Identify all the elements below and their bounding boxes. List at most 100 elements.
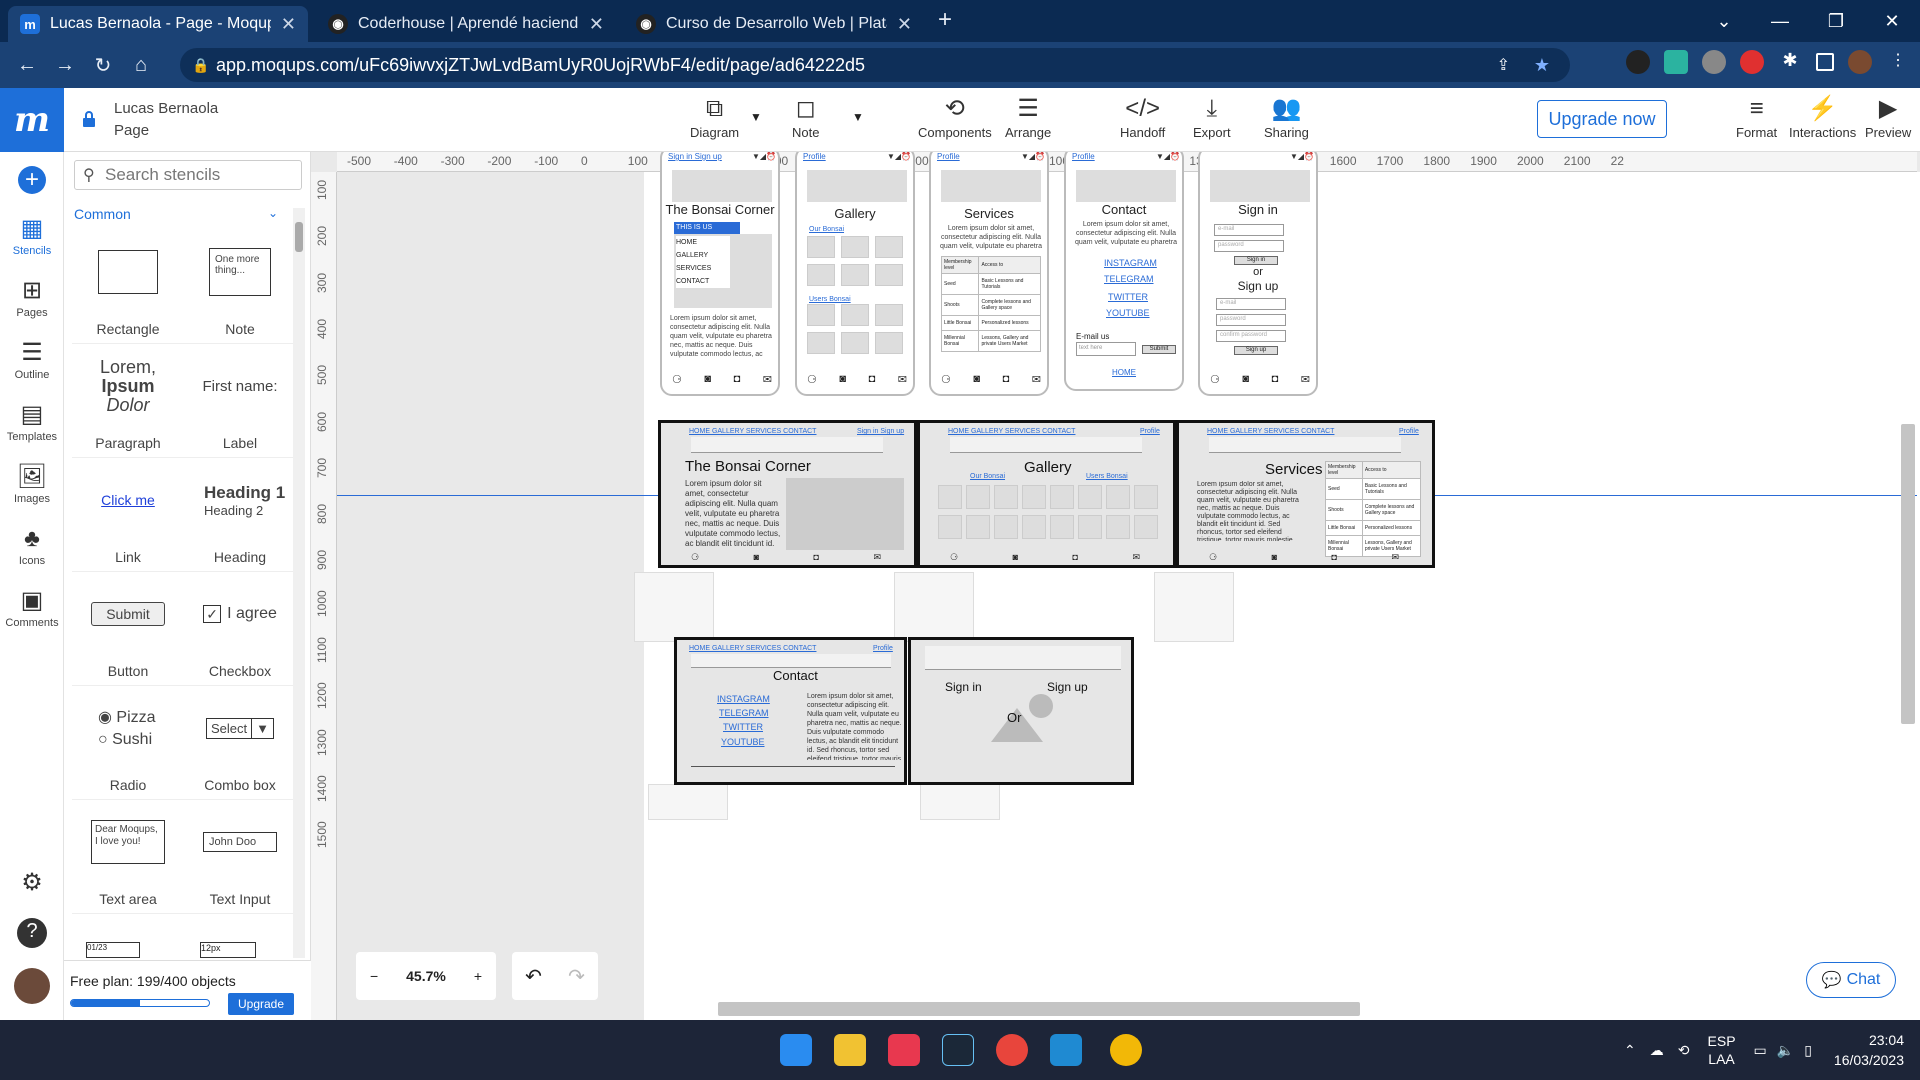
note-button[interactable]: ◻ Note: [792, 96, 819, 141]
signin-links[interactable]: Sign in Sign up: [857, 428, 904, 435]
stencil-rectangle[interactable]: Rectangle: [72, 232, 184, 344]
chevron-down-icon[interactable]: ⌄: [268, 206, 278, 220]
stencil-radio[interactable]: ◉ Pizza ○ Sushi Radio: [72, 688, 184, 800]
redo-icon[interactable]: ↷: [568, 964, 585, 989]
preview-button[interactable]: ▶ Preview: [1865, 96, 1911, 141]
gallery-thumbnail[interactable]: [875, 332, 903, 354]
puzzle-icon[interactable]: ✱: [1778, 50, 1802, 74]
zoom-out-button[interactable]: −: [370, 968, 378, 984]
sync-icon[interactable]: ⟲: [1678, 1042, 1690, 1059]
rail-comments[interactable]: ▣ Comments: [0, 588, 64, 630]
export-button[interactable]: ⤓ Export: [1193, 96, 1231, 141]
upgrade-now-button[interactable]: Upgrade now: [1537, 100, 1667, 138]
signup-button[interactable]: Sign up: [1234, 346, 1278, 355]
home-link[interactable]: HOME: [1112, 368, 1136, 377]
telegram-link[interactable]: TELEGRAM: [1104, 274, 1154, 284]
gallery-thumbnail[interactable]: [875, 304, 903, 326]
category-select[interactable]: Common: [74, 206, 131, 222]
project-title[interactable]: Lucas Bernaola Page: [114, 98, 218, 142]
menu-item[interactable]: CONTACT: [676, 275, 730, 288]
search-stencils-input[interactable]: ⚲ Search stencils: [74, 160, 302, 190]
tab-coderhouse[interactable]: ◉ Coderhouse | Aprendé haciendo ✕: [316, 6, 616, 42]
back-icon[interactable]: ←: [8, 54, 46, 77]
close-tab-icon[interactable]: ✕: [589, 14, 604, 35]
chevron-up-icon[interactable]: ⌃: [1624, 1042, 1636, 1059]
rail-outline[interactable]: ☰ Outline: [0, 340, 64, 382]
gallery-thumbnail[interactable]: [841, 236, 869, 258]
add-icon[interactable]: +: [18, 166, 46, 194]
mobile-signin-mockup[interactable]: ▼◢⏰ Sign in e-mail password Sign in or S…: [1198, 152, 1318, 396]
our-bonsai-link[interactable]: Our Bonsai: [970, 473, 1005, 480]
users-bonsai-link[interactable]: Users Bonsai: [809, 296, 851, 303]
close-tab-icon[interactable]: ✕: [897, 14, 912, 35]
confirm-password-field[interactable]: confirm password: [1216, 330, 1286, 342]
gallery-thumbnail[interactable]: [1106, 485, 1130, 509]
submit-button[interactable]: Submit: [1142, 345, 1176, 354]
battery-icon[interactable]: ▯: [1804, 1042, 1812, 1059]
diagram-button[interactable]: ⧉ Diagram: [690, 96, 739, 141]
stencil-link[interactable]: Click me Link: [72, 460, 184, 572]
gallery-thumbnail[interactable]: [875, 236, 903, 258]
desktop-services-mockup[interactable]: HOME GALLERY SERVICES CONTACT Profile Se…: [1176, 420, 1435, 568]
help-button[interactable]: ?: [0, 918, 64, 948]
file-explorer-icon[interactable]: [834, 1034, 866, 1066]
gallery-thumbnail[interactable]: [807, 332, 835, 354]
stencil-label[interactable]: First name: Label: [184, 346, 296, 458]
forward-icon[interactable]: →: [46, 54, 84, 77]
user-avatar[interactable]: [14, 968, 50, 1004]
stencil-heading[interactable]: Heading 1 Heading 2 Heading: [184, 460, 296, 572]
gallery-thumbnail[interactable]: [994, 485, 1018, 509]
gallery-thumbnail[interactable]: [1134, 515, 1158, 539]
rail-images[interactable]: 🖼 Images: [0, 464, 64, 506]
upgrade-button[interactable]: Upgrade: [228, 993, 294, 1015]
windows-start-icon[interactable]: [780, 1034, 812, 1066]
volume-icon[interactable]: 🔈: [1777, 1042, 1794, 1059]
undo-icon[interactable]: ↶: [525, 964, 542, 989]
profile-link[interactable]: Profile: [873, 645, 893, 652]
gallery-thumbnail[interactable]: [966, 485, 990, 509]
close-tab-icon[interactable]: ✕: [281, 14, 296, 35]
telegram-link[interactable]: TELEGRAM: [719, 708, 769, 718]
sharing-button[interactable]: 👥 Sharing: [1264, 96, 1309, 141]
signin-links[interactable]: Sign in Sign up: [668, 152, 722, 161]
gallery-thumbnail[interactable]: [841, 332, 869, 354]
stencil-combobox[interactable]: Select ▼ Combo box: [184, 688, 296, 800]
chrome-icon[interactable]: [996, 1034, 1028, 1066]
profile-link[interactable]: Profile: [1399, 428, 1419, 435]
zoom-in-button[interactable]: +: [474, 968, 482, 984]
rail-pages[interactable]: ⊞ Pages: [0, 278, 64, 320]
handoff-button[interactable]: </> Handoff: [1120, 96, 1165, 141]
instagram-link[interactable]: INSTAGRAM: [717, 694, 770, 704]
gallery-thumbnail[interactable]: [1050, 485, 1074, 509]
site-info-icon[interactable]: 🔒: [192, 57, 209, 74]
twitter-link[interactable]: TWITTER: [1108, 292, 1148, 302]
minimize-icon[interactable]: —: [1752, 11, 1808, 32]
desktop-signin-mockup[interactable]: Sign in Sign up Or: [908, 637, 1134, 785]
url-field[interactable]: 🔒 app.moqups.com/uFc69iwvxjZTJwLvdBamUyR…: [180, 48, 1570, 82]
gallery-thumbnail[interactable]: [841, 264, 869, 286]
users-bonsai-link[interactable]: Users Bonsai: [1086, 473, 1128, 480]
new-tab-icon[interactable]: +: [938, 6, 952, 34]
gallery-thumbnail[interactable]: [1106, 515, 1130, 539]
gallery-thumbnail[interactable]: [966, 515, 990, 539]
mobile-gallery-mockup[interactable]: Profile ▼◢⏰ Gallery Our Bonsai Users Bons…: [795, 152, 915, 396]
gallery-thumbnail[interactable]: [938, 485, 962, 509]
twitter-link[interactable]: TWITTER: [723, 722, 763, 732]
signin-button[interactable]: Sign in: [1234, 256, 1278, 265]
youtube-link[interactable]: YOUTUBE: [721, 737, 765, 747]
gallery-thumbnail[interactable]: [875, 264, 903, 286]
rail-templates[interactable]: ▤ Templates: [0, 402, 64, 444]
desktop-contact-mockup[interactable]: HOME GALLERY SERVICES CONTACT Profile Co…: [674, 637, 907, 785]
canvas[interactable]: -500 -400 -300 -200 -100 0 100 200 300 400 500 600 7…: [311, 152, 1920, 1020]
maximize-icon[interactable]: ❐: [1808, 11, 1864, 32]
extension-icon[interactable]: [1702, 50, 1726, 74]
desktop-nav[interactable]: HOME GALLERY SERVICES CONTACT: [689, 428, 816, 435]
language-indicator[interactable]: ESP LAA: [1708, 1032, 1736, 1068]
stencil-text-input[interactable]: John Doo Text Input: [184, 802, 296, 914]
desktop-nav[interactable]: HOME GALLERY SERVICES CONTACT: [948, 428, 1075, 435]
tab-moqups[interactable]: m Lucas Bernaola - Page - Moqups ✕: [8, 6, 308, 42]
email-text-field[interactable]: text here: [1076, 342, 1136, 356]
desktop-nav[interactable]: HOME GALLERY SERVICES CONTACT: [689, 645, 816, 652]
gallery-thumbnail[interactable]: [1078, 485, 1102, 509]
interactions-button[interactable]: ⚡ Interactions: [1789, 96, 1856, 141]
